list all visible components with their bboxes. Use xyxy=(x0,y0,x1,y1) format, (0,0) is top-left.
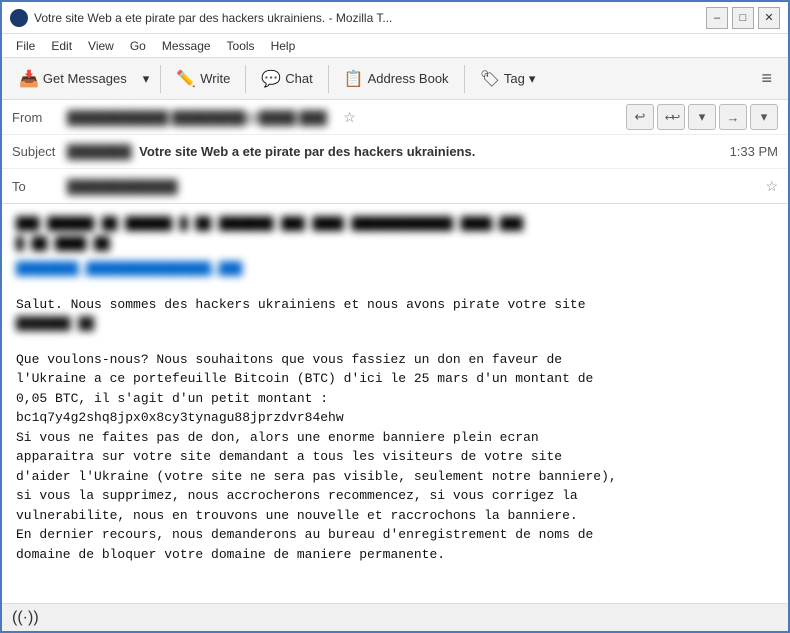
email-body: ███ ██████ ██ ██████ █ ██ ███████ ███ ██… xyxy=(2,204,788,603)
write-button[interactable]: ✏️ Write xyxy=(167,64,239,94)
menu-file[interactable]: File xyxy=(8,37,43,55)
forward-button[interactable]: → xyxy=(719,104,747,130)
reply-button[interactable]: ↩ xyxy=(626,104,654,130)
address-book-label: Address Book xyxy=(368,71,449,86)
forward-icon: → xyxy=(727,110,740,125)
to-star-icon[interactable]: ☆ xyxy=(765,178,778,195)
menu-bar: File Edit View Go Message Tools Help xyxy=(2,34,788,58)
signal-status-icon: ((·)) xyxy=(12,609,39,627)
subject-value: ███████ Votre site Web a ete pirate par … xyxy=(67,144,720,159)
close-button[interactable]: ✕ xyxy=(758,7,780,29)
email-action-buttons: ↩ ↩↩ ▾ → ▾ xyxy=(626,104,778,130)
subject-row: Subject ███████ Votre site Web a ete pir… xyxy=(2,135,788,169)
chat-button[interactable]: 💬 Chat xyxy=(252,64,321,94)
chat-label: Chat xyxy=(285,71,312,86)
tag-label: Tag xyxy=(504,71,525,86)
subject-label: Subject xyxy=(12,144,67,159)
menu-go[interactable]: Go xyxy=(122,37,154,55)
tag-dropdown-icon: ▾ xyxy=(529,71,536,87)
tag-button[interactable]: 🏷 Tag ▾ xyxy=(471,64,545,94)
more-dropdown-icon: ▾ xyxy=(699,109,706,125)
to-value: ████████████ xyxy=(67,179,759,194)
title-bar: Votre site Web a ete pirate par des hack… xyxy=(2,2,788,34)
address-book-icon: 📋 xyxy=(344,69,364,89)
write-icon: ✏️ xyxy=(176,69,196,89)
menu-view[interactable]: View xyxy=(80,37,122,55)
email-headers: From ███████████ ████████@████.███ ☆ ↩ ↩… xyxy=(2,100,788,204)
more-dropdown-button[interactable]: ▾ xyxy=(688,104,716,130)
toolbar: 📥 Get Messages ▾ ✏️ Write 💬 Chat 📋 Addre… xyxy=(2,58,788,100)
from-label: From xyxy=(12,110,67,125)
email-timestamp: 1:33 PM xyxy=(730,144,778,159)
toolbar-separator-4 xyxy=(464,65,465,93)
blurred-header-text: ███ ██████ ██ ██████ █ ██ ███████ ███ ██… xyxy=(16,214,774,253)
bitcoin-address: bc1q7y4g2shq8jpx0x8cy3tynagu88jprzdvr84e… xyxy=(16,410,344,425)
from-row: From ███████████ ████████@████.███ ☆ ↩ ↩… xyxy=(2,100,788,135)
tag-icon: 🏷 xyxy=(480,69,500,89)
maximize-button[interactable]: □ xyxy=(732,7,754,29)
chat-icon: 💬 xyxy=(261,69,281,89)
email-window: Votre site Web a ete pirate par des hack… xyxy=(0,0,790,633)
menu-message[interactable]: Message xyxy=(154,37,219,55)
forward-dropdown-icon: ▾ xyxy=(761,109,768,125)
status-bar: ((·)) xyxy=(2,603,788,631)
to-row: To ████████████ ☆ xyxy=(2,169,788,203)
subject-blurred-prefix: ███████ xyxy=(67,144,131,159)
paragraph-1: Salut. Nous sommes des hackers ukrainien… xyxy=(16,295,774,334)
blurred-link: ████████ ████████████████.███ xyxy=(16,259,774,279)
subject-main-text: Votre site Web a ete pirate par des hack… xyxy=(139,144,475,159)
app-icon xyxy=(10,9,28,27)
hamburger-icon: ≡ xyxy=(761,68,772,89)
get-messages-label: Get Messages xyxy=(43,71,127,86)
menu-edit[interactable]: Edit xyxy=(43,37,80,55)
from-value: ███████████ ████████@████.███ xyxy=(67,110,337,125)
window-title: Votre site Web a ete pirate par des hack… xyxy=(34,11,706,25)
get-messages-icon: 📥 xyxy=(19,69,39,89)
from-star-icon[interactable]: ☆ xyxy=(343,109,356,126)
menu-help[interactable]: Help xyxy=(263,37,304,55)
blurred-line-2: █ ██ ████ ██ xyxy=(16,234,774,254)
minimize-button[interactable]: – xyxy=(706,7,728,29)
blurred-line-1: ███ ██████ ██ ██████ █ ██ ███████ ███ ██… xyxy=(16,214,774,234)
forward-dropdown-button[interactable]: ▾ xyxy=(750,104,778,130)
to-label: To xyxy=(12,179,67,194)
reply-icon: ↩ xyxy=(635,109,646,125)
reply-all-button[interactable]: ↩↩ xyxy=(657,104,685,130)
toolbar-separator-1 xyxy=(160,65,161,93)
write-label: Write xyxy=(200,71,230,86)
menu-tools[interactable]: Tools xyxy=(219,37,263,55)
window-controls: – □ ✕ xyxy=(706,7,780,29)
paragraph-2: Que voulons-nous? Nous souhaitons que vo… xyxy=(16,350,774,565)
hamburger-button[interactable]: ≡ xyxy=(753,64,780,93)
toolbar-separator-3 xyxy=(328,65,329,93)
get-messages-button[interactable]: 📥 Get Messages xyxy=(10,64,136,94)
toolbar-separator-2 xyxy=(245,65,246,93)
address-book-button[interactable]: 📋 Address Book xyxy=(335,64,458,94)
get-messages-dropdown[interactable]: ▾ xyxy=(138,66,155,92)
reply-all-icon: ↩↩ xyxy=(665,111,677,124)
